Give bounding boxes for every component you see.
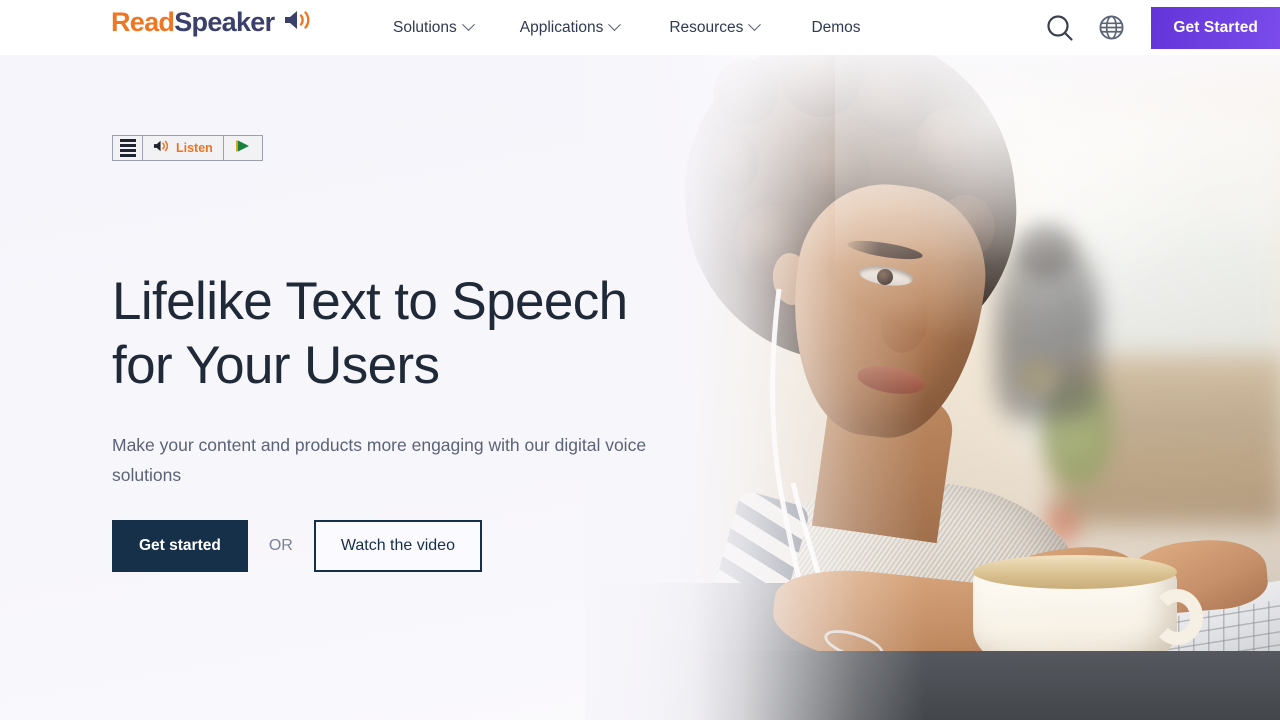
listen-play-button[interactable] [224,136,262,160]
nav-item-applications[interactable]: Applications [519,13,622,43]
hero-title-line-1: Lifelike Text to Speech [112,272,628,331]
hero-cta-row: Get started OR Watch the video [112,520,692,572]
play-triangle-icon [235,139,251,158]
hamburger-menu-icon [119,139,136,157]
watch-the-video-button[interactable]: Watch the video [313,520,482,572]
nav-item-solutions[interactable]: Solutions [393,13,475,43]
listen-label: Listen [176,141,213,155]
chevron-down-icon [608,18,622,32]
nav-item-resources[interactable]: Resources [669,13,762,43]
hero-subtitle: Make your content and products more enga… [112,435,647,485]
get-started-cta-button[interactable]: Get started [112,520,248,572]
page-root: ReadSpeaker Solutions Applications Resou… [0,0,1280,720]
speaker-wave-icon [283,8,313,37]
nav-label: Demos [811,18,861,36]
hero-title-line-2: for Your Users [112,336,440,395]
nav-label: Applications [519,18,604,36]
logo-text-speaker: Speaker [174,6,275,37]
nav-label: Resources [669,18,744,36]
logo-text: ReadSpeaker [111,6,275,37]
logo-text-read: Read [111,6,175,37]
readspeaker-listen-widget[interactable]: Listen [112,135,263,161]
listen-menu-button[interactable] [113,136,143,160]
speaker-wave-icon [153,139,170,158]
site-header: ReadSpeaker Solutions Applications Resou… [0,0,1280,55]
nav-label: Solutions [393,18,457,36]
get-started-button[interactable]: Get Started [1151,6,1280,49]
globe-icon[interactable] [1091,8,1131,48]
cta-separator: OR [268,537,293,554]
chevron-down-icon [748,18,762,32]
nav-item-demos[interactable]: Demos [811,13,860,43]
chevron-down-icon [461,18,475,32]
cup-handle [1151,589,1203,645]
hero-section: Listen Lifelike Text to Speech for Your … [0,55,1280,720]
coffee-surface [973,555,1177,589]
listen-button[interactable]: Listen [143,136,224,160]
header-actions: Get Started [1037,0,1280,55]
main-navigation: Solutions Applications Resources Demos [393,0,861,55]
site-logo[interactable]: ReadSpeaker [111,6,313,37]
hero-content: Lifelike Text to Speech for Your Users M… [112,270,692,572]
search-icon[interactable] [1037,5,1083,51]
hero-title: Lifelike Text to Speech for Your Users [112,270,692,398]
